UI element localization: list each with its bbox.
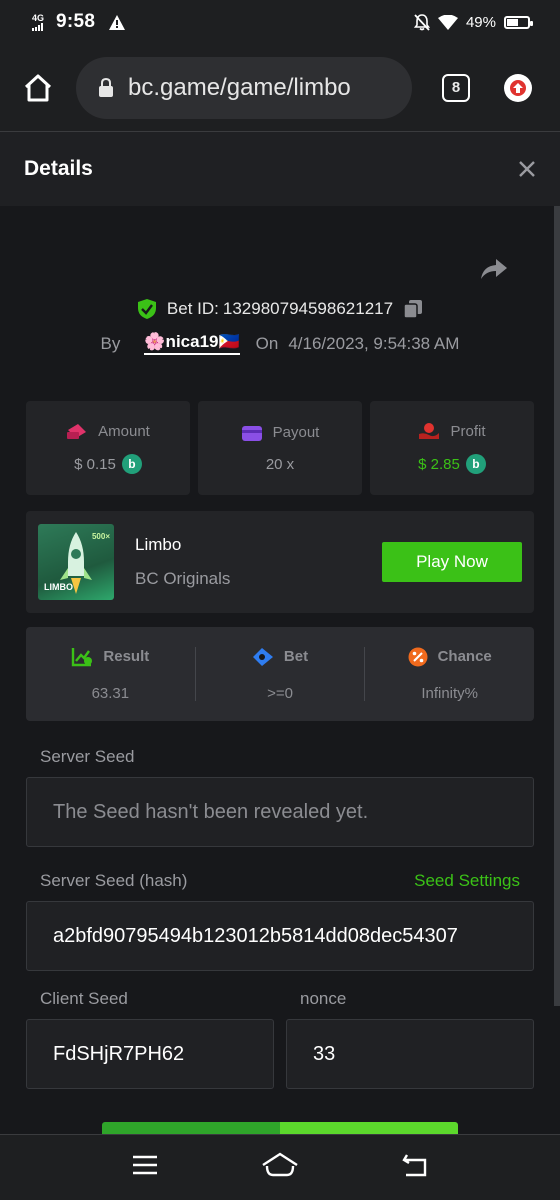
server-seed-hash-label: Server Seed (hash): [40, 871, 188, 890]
amount-icon: [67, 424, 87, 439]
chance-value: Infinity%: [421, 684, 479, 702]
arrow-up-icon: [510, 79, 526, 96]
clock: 9:58: [56, 11, 96, 32]
back-button[interactable]: [401, 1152, 429, 1183]
profit-card: Profit $ 2.85 b: [370, 401, 534, 495]
bet-ticket-icon: [252, 647, 273, 666]
game-name: Limbo: [135, 535, 182, 554]
menu-lines-icon: [133, 1155, 157, 1175]
share-button[interactable]: [480, 258, 508, 285]
username-link[interactable]: 🌸nica19🇵🇭: [144, 332, 240, 355]
copy-icon[interactable]: [403, 299, 423, 319]
bcd-coin-icon: b: [465, 454, 486, 474]
chance-percent-icon: [408, 647, 428, 666]
bcd-coin-icon: b: [121, 454, 142, 474]
on-label: On: [255, 333, 279, 353]
signal-icon: [32, 22, 43, 31]
browser-toolbar: bc.game/game/limbo 8: [0, 44, 560, 132]
result-card: Result 63.31 Bet >=0 Chance Infinity%: [26, 627, 534, 721]
profit-value: $ 2.85: [418, 455, 460, 473]
nonce-label: nonce: [300, 989, 347, 1008]
bet-id-row: Bet ID: 132980794598621217: [26, 298, 534, 320]
address-bar[interactable]: bc.game/game/limbo: [76, 56, 412, 119]
system-nav-bar: [0, 1134, 560, 1200]
game-thumbnail[interactable]: 500× LIMBO: [38, 524, 114, 600]
home-nav-button[interactable]: [261, 1152, 299, 1183]
client-seed-label: Client Seed: [40, 989, 128, 1008]
amount-card: Amount $ 0.15 b: [26, 401, 190, 495]
home-nav-icon: [262, 1152, 298, 1177]
lock-icon: [99, 77, 113, 97]
share-icon: [481, 259, 507, 279]
network-type: 4G: [32, 12, 45, 23]
tabs-button[interactable]: 8: [442, 73, 470, 102]
bet-timestamp: 4/16/2023, 9:54:38 AM: [288, 333, 460, 353]
wifi-icon: [437, 14, 458, 30]
nonce-field[interactable]: 33: [286, 1019, 534, 1089]
profit-label: Profit: [450, 422, 486, 440]
server-seed-label: Server Seed: [40, 747, 135, 766]
payout-label: Payout: [272, 424, 320, 441]
bet-id-label: Bet ID:: [166, 299, 219, 318]
scrollbar[interactable]: [554, 206, 560, 1006]
home-icon: [24, 74, 52, 101]
recent-apps-button[interactable]: [131, 1154, 159, 1181]
result-chart-icon: [72, 647, 93, 666]
bet-label: Bet: [283, 648, 309, 665]
payout-value: 20 x: [265, 455, 295, 473]
amount-value: $ 0.15: [74, 455, 116, 473]
update-button[interactable]: [504, 73, 532, 102]
verified-shield-icon: [137, 299, 156, 319]
bet-id-value: 132980794598621217: [222, 299, 394, 318]
client-seed-field[interactable]: FdSHjR7PH62: [26, 1019, 274, 1089]
details-header: Details: [0, 132, 560, 206]
back-icon: [402, 1154, 427, 1177]
result-label: Result: [103, 648, 150, 665]
play-now-button[interactable]: Play Now: [382, 542, 522, 582]
tab-count: 8: [451, 79, 461, 96]
result-value: 63.31: [91, 684, 130, 702]
game-card: 500× LIMBO Limbo BC Originals Play Now: [26, 511, 534, 613]
profit-icon: [419, 423, 440, 439]
server-seed-field[interactable]: The Seed hasn't been revealed yet.: [26, 777, 534, 847]
chance-label: Chance: [437, 648, 492, 665]
by-label: By: [100, 333, 121, 353]
bet-stats: Amount $ 0.15 b Payout 20 x Profit $ 2.8…: [26, 401, 534, 495]
home-button[interactable]: [20, 70, 56, 106]
payout-icon: [241, 425, 262, 441]
close-button[interactable]: [518, 154, 536, 184]
battery-icon: [504, 15, 533, 29]
battery-percent: 49%: [465, 13, 496, 31]
notifications-off-icon: [413, 13, 430, 31]
amount-label: Amount: [98, 422, 150, 440]
page-title: Details: [24, 157, 93, 180]
bet-meta-row: By 🌸nica19🇵🇭 On 4/16/2023, 9:54:38 AM: [26, 332, 534, 355]
warning-icon: [109, 14, 126, 30]
details-content: Bet ID: 132980794598621217 By 🌸nica19🇵🇭 …: [0, 206, 560, 1136]
bet-value: >=0: [267, 684, 293, 702]
url-text: bc.game/game/limbo: [128, 73, 351, 101]
game-provider: BC Originals: [135, 569, 231, 588]
network-indicator: 4G: [32, 12, 48, 31]
close-icon: [519, 161, 535, 177]
payout-card: Payout 20 x: [198, 401, 362, 495]
status-bar: 4G 9:58 49%: [0, 0, 560, 44]
server-seed-hash-field[interactable]: a2bfd90795494b123012b5814dd08dec54307: [26, 901, 534, 971]
seed-settings-link[interactable]: Seed Settings: [414, 871, 520, 891]
thumbnail-title: LIMBO: [44, 582, 73, 592]
